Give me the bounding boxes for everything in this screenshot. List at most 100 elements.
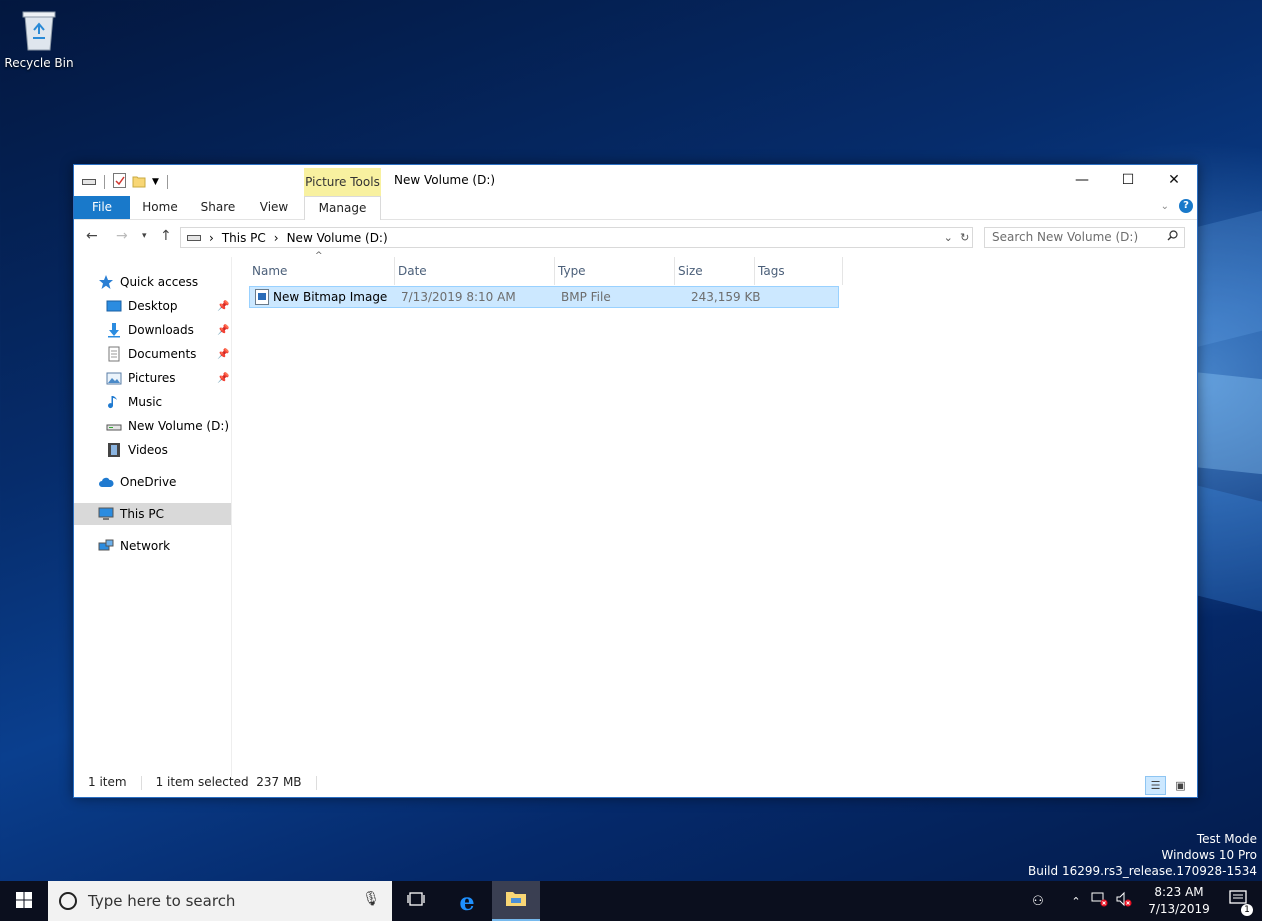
column-header-name[interactable]: Name [249, 257, 395, 285]
table-row[interactable]: New Bitmap Image 7/13/2019 8:10 AM BMP F… [249, 286, 839, 308]
tab-home[interactable]: Home [136, 196, 184, 219]
pin-icon[interactable]: 📌 [217, 349, 229, 360]
search-input[interactable]: Search New Volume (D:) [984, 227, 1185, 248]
help-icon[interactable]: ? [1179, 199, 1193, 213]
address-actions: ⌄ ↻ [940, 227, 973, 248]
watermark-line: Test Mode [1196, 832, 1257, 846]
pin-icon[interactable]: 📌 [217, 373, 229, 384]
sidebar-item-network[interactable]: Network [98, 535, 170, 557]
breadcrumb-this-pc[interactable]: This PC [222, 231, 266, 245]
volume-muted-icon[interactable] [1112, 891, 1136, 911]
computer-icon [98, 506, 114, 522]
properties-icon[interactable] [113, 173, 126, 191]
file-explorer-window: ▼ Picture Tools New Volume (D:) — ☐ ✕ Fi… [73, 164, 1198, 798]
clock-date: 7/13/2019 [1148, 902, 1210, 916]
up-arrow-icon[interactable]: ↑ [160, 228, 172, 244]
network-status-icon[interactable] [1088, 891, 1112, 911]
breadcrumb-separator-icon[interactable]: › [274, 231, 279, 245]
refresh-icon[interactable]: ↻ [960, 231, 969, 244]
sidebar-item-documents[interactable]: Documents 📌 [106, 343, 231, 365]
sidebar-item-this-pc[interactable]: This PC [74, 503, 231, 525]
column-header-date[interactable]: Date [395, 257, 555, 285]
sidebar-item-label: Desktop [128, 299, 178, 313]
window-title: New Volume (D:) [394, 173, 496, 187]
breadcrumb-separator-icon[interactable]: › [209, 231, 214, 245]
notification-count-badge: 1 [1241, 904, 1253, 916]
people-icon[interactable]: ⚇ [1026, 894, 1050, 909]
column-header-size[interactable]: Size [675, 257, 755, 285]
sidebar-item-quick-access[interactable]: Quick access [98, 271, 198, 293]
sidebar-item-desktop[interactable]: Desktop 📌 [106, 295, 231, 317]
sidebar-item-label: Videos [128, 443, 168, 457]
forward-arrow-icon[interactable]: → [116, 228, 128, 244]
taskbar-search-input[interactable]: Type here to search 🎙 [48, 881, 392, 921]
minimize-button[interactable]: — [1059, 165, 1105, 195]
customize-toolbar-chevron-icon[interactable]: ▼ [152, 177, 159, 187]
start-button[interactable] [0, 881, 48, 921]
tab-manage[interactable]: Manage [304, 196, 381, 220]
details-view-icon[interactable]: ☰ [1145, 776, 1166, 795]
sidebar-item-music[interactable]: Music [106, 391, 162, 413]
edge-browser-button[interactable]: e [443, 881, 491, 921]
breadcrumb-new-volume[interactable]: New Volume (D:) [287, 231, 388, 245]
microphone-icon[interactable]: 🎙 [362, 891, 380, 907]
action-center-button[interactable]: 1 [1216, 890, 1262, 916]
sidebar-item-label: Documents [128, 347, 197, 361]
ribbon-controls: ⌄ ? [1161, 199, 1193, 213]
sidebar-item-downloads[interactable]: Downloads 📌 [106, 319, 231, 341]
file-explorer-taskbar-button[interactable] [492, 881, 540, 921]
sidebar-item-label: This PC [120, 507, 164, 521]
column-header-type[interactable]: Type [555, 257, 675, 285]
expand-ribbon-chevron-icon[interactable]: ⌄ [1161, 201, 1169, 212]
test-mode-watermark: Test Mode Windows 10 Pro Build 16299.rs3… [1028, 831, 1257, 879]
cloud-icon [98, 474, 114, 490]
back-arrow-icon[interactable]: ← [86, 228, 98, 244]
status-bar: 1 item 1 item selected 237 MB [88, 775, 317, 793]
cortana-icon [59, 892, 77, 910]
clock[interactable]: 8:23 AM 7/13/2019 [1142, 884, 1216, 918]
sidebar-item-videos[interactable]: Videos [106, 439, 168, 461]
close-button[interactable]: ✕ [1151, 165, 1197, 195]
download-icon [106, 322, 122, 338]
folder-icon [505, 889, 527, 911]
search-placeholder: Search New Volume (D:) [992, 230, 1139, 244]
address-row: ← → ▾ ↑ › This PC › New Volume (D:) ⌄ ↻ … [74, 225, 1197, 251]
task-view-button[interactable] [392, 881, 440, 921]
large-icons-view-icon[interactable]: ▣ [1170, 776, 1191, 795]
music-icon [106, 394, 122, 410]
sidebar-item-pictures[interactable]: Pictures 📌 [106, 367, 231, 389]
notification-icon: 1 [1229, 890, 1253, 916]
search-icon [1167, 228, 1178, 247]
sidebar-item-label: New Volume (D:) [128, 419, 230, 433]
bitmap-file-icon [255, 289, 269, 308]
videos-icon [106, 442, 122, 458]
sidebar-item-onedrive[interactable]: OneDrive [98, 471, 176, 493]
new-folder-icon[interactable] [132, 174, 146, 191]
tab-view[interactable]: View [250, 196, 298, 219]
column-header-tags[interactable]: Tags [755, 257, 843, 285]
tab-share[interactable]: Share [194, 196, 242, 219]
tab-file[interactable]: File [74, 196, 130, 219]
pin-icon[interactable]: 📌 [217, 301, 229, 312]
network-icon [98, 538, 114, 554]
address-bar[interactable]: › This PC › New Volume (D:) [180, 227, 973, 248]
recycle-bin-desktop-icon[interactable]: Recycle Bin [4, 8, 74, 70]
show-hidden-icons-chevron-icon[interactable]: ⌃ [1064, 895, 1088, 908]
item-count: 1 item [88, 775, 127, 789]
sidebar-item-label: Downloads [128, 323, 194, 337]
sidebar-item-label: OneDrive [120, 475, 177, 489]
desktop-icon [106, 298, 122, 314]
sidebar-item-new-volume[interactable]: New Volume (D:) [106, 415, 229, 437]
file-name: New Bitmap Image [273, 290, 388, 304]
status-divider [140, 776, 142, 790]
recent-locations-chevron-icon[interactable]: ▾ [142, 231, 147, 241]
clock-time: 8:23 AM [1154, 885, 1204, 899]
navigation-pane: Quick access Desktop 📌 Downloads 📌 Docum… [74, 257, 232, 777]
pin-icon[interactable]: 📌 [217, 325, 229, 336]
sidebar-item-label: Music [128, 395, 163, 409]
maximize-button[interactable]: ☐ [1105, 165, 1151, 195]
task-view-icon [406, 891, 426, 911]
picture-tools-context-tab: Picture Tools [304, 168, 381, 197]
taskbar-search-placeholder: Type here to search [88, 892, 236, 910]
address-dropdown-chevron-icon[interactable]: ⌄ [944, 231, 953, 244]
